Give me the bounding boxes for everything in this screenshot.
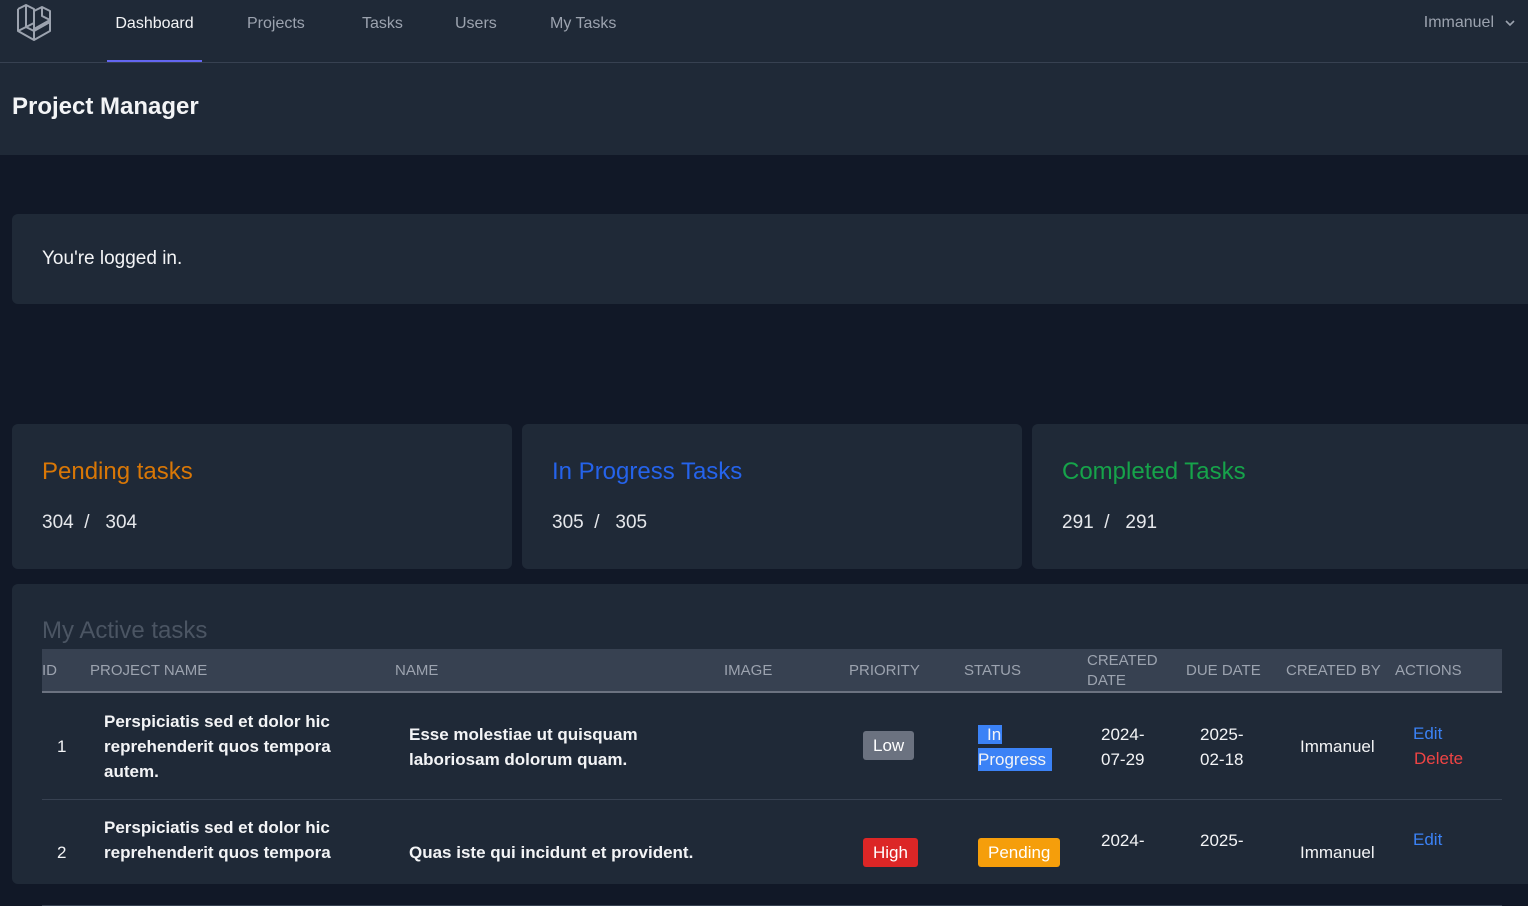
pending-tasks-count: 304 / 304 <box>42 512 138 533</box>
welcome-message: You're logged in. <box>42 248 183 269</box>
col-project-name: Project Name <box>90 662 208 679</box>
nav-users[interactable]: Users <box>450 0 502 62</box>
chevron-down-icon <box>1505 20 1515 27</box>
page-title: Project Manager <box>12 93 199 120</box>
table-row: 1 Perspiciatis sed et dolor hic reprehen… <box>42 694 1502 800</box>
priority-badge: High <box>863 838 918 867</box>
task-project-name: Perspiciatis sed et dolor hic reprehende… <box>104 818 331 862</box>
task-name[interactable]: Esse molestiae ut quisquam laboriosam do… <box>409 722 638 772</box>
active-tasks-title: My Active tasks <box>42 617 208 644</box>
col-actions: Actions <box>1395 662 1462 679</box>
user-name: Immanuel <box>1423 14 1494 31</box>
priority-badge: Low <box>863 731 915 760</box>
pending-tasks-card: Pending tasks 304 / 304 <box>12 424 512 569</box>
task-name[interactable]: Quas iste qui incidunt et provident. <box>409 840 693 865</box>
completed-tasks-count: 291 / 291 <box>1062 512 1158 533</box>
task-id: 1 <box>57 737 67 756</box>
col-due-date: Due Date <box>1186 662 1261 679</box>
table-header: ID Project Name Name Image Priority Stat… <box>42 649 1502 693</box>
nav-dashboard[interactable]: Dashboard <box>107 0 202 62</box>
top-navbar: Dashboard Projects Tasks Users My Tasks … <box>0 0 1528 63</box>
delete-link[interactable]: Delete <box>1414 746 1463 771</box>
page-header: Project Manager <box>0 63 1528 155</box>
col-created-date: Created Date <box>1087 652 1158 689</box>
col-id: ID <box>42 662 57 679</box>
task-created-by: Immanuel <box>1300 843 1375 862</box>
task-due-date: 2025- <box>1200 831 1244 850</box>
pending-tasks-title: Pending tasks <box>42 458 193 485</box>
task-created-date: 2024- 07-29 <box>1101 725 1145 769</box>
completed-tasks-card: Completed Tasks 291 / 291 <box>1032 424 1528 569</box>
completed-tasks-title: Completed Tasks <box>1062 458 1246 485</box>
in-progress-tasks-count: 305 / 305 <box>552 512 648 533</box>
task-project-name: Perspiciatis sed et dolor hic reprehende… <box>104 712 331 781</box>
laravel-logo-icon[interactable] <box>16 3 58 43</box>
status-badge: In Progress <box>978 722 1053 772</box>
col-priority: Priority <box>849 662 920 679</box>
user-menu[interactable]: Immanuel <box>1424 0 1516 46</box>
task-created-date: 2024- <box>1101 831 1145 850</box>
nav-projects[interactable]: Projects <box>242 0 310 62</box>
col-name: Name <box>395 662 439 679</box>
nav-tasks[interactable]: Tasks <box>357 0 408 62</box>
nav-my-tasks[interactable]: My Tasks <box>545 0 621 62</box>
welcome-card: You're logged in. <box>12 214 1528 304</box>
col-image: Image <box>724 662 773 679</box>
in-progress-tasks-title: In Progress Tasks <box>552 458 743 485</box>
col-created-by: Created By <box>1286 662 1381 679</box>
task-created-by: Immanuel <box>1300 737 1375 756</box>
task-due-date: 2025- 02-18 <box>1200 725 1244 769</box>
edit-link[interactable]: Edit <box>1413 827 1442 852</box>
in-progress-tasks-card: In Progress Tasks 305 / 305 <box>522 424 1022 569</box>
table-row: 2 Perspiciatis sed et dolor hic reprehen… <box>42 800 1502 906</box>
col-status: Status <box>964 662 1021 679</box>
edit-link[interactable]: Edit <box>1413 721 1442 746</box>
task-id: 2 <box>57 843 67 862</box>
status-badge: Pending <box>978 838 1061 867</box>
